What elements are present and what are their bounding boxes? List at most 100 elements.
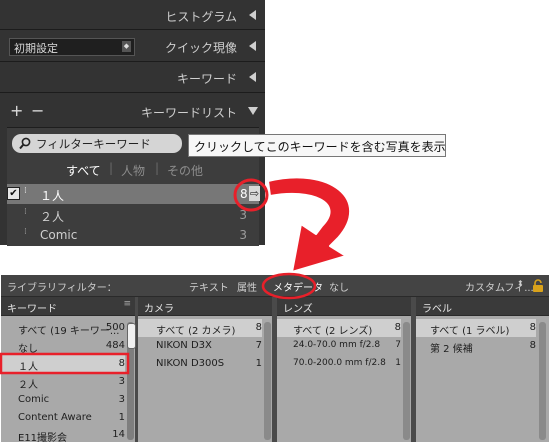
- keyword-row[interactable]: ✔ ⁞ １人 8 ⇨: [7, 184, 260, 204]
- drag-handle-icon: ⁞: [24, 186, 27, 196]
- list-item[interactable]: 24.0-70.0 mm f/2.8 7: [277, 337, 401, 355]
- select-arrow-icon: ⬍: [517, 279, 524, 288]
- scrollbar-thumb[interactable]: [127, 323, 136, 349]
- tab-person[interactable]: 人物: [121, 162, 145, 179]
- item-label: なし: [18, 344, 38, 355]
- item-count: 8: [394, 322, 401, 333]
- keyword-list-section[interactable]: + − キーワードリスト: [0, 96, 265, 126]
- library-filter-label: ライブラリフィルター：: [7, 283, 117, 294]
- lock-icon[interactable]: [532, 279, 544, 293]
- item-label: NIKON D300S: [156, 358, 225, 369]
- scrollbar[interactable]: [539, 322, 546, 440]
- keywording-section[interactable]: キーワード: [0, 62, 265, 93]
- tooltip-text: クリックしてこのキーワードを含む写真を表示: [194, 140, 446, 154]
- item-label: 第 2 候補: [430, 344, 473, 355]
- keyword-row[interactable]: ⁞ ２人 3: [7, 205, 259, 225]
- tab-other[interactable]: その他: [167, 162, 203, 179]
- keyword-filter-input[interactable]: フィルターキーワード: [12, 134, 182, 153]
- tab-none[interactable]: なし: [329, 279, 349, 294]
- list-item[interactable]: 第 2 候補 8: [416, 337, 536, 355]
- item-count: 1: [255, 358, 262, 369]
- collapse-arrow-icon[interactable]: [249, 72, 256, 82]
- item-count: 8: [255, 322, 262, 333]
- keyword-label: １人: [40, 189, 65, 203]
- item-count: 500: [105, 322, 125, 333]
- filter-placeholder: フィルターキーワード: [36, 137, 151, 151]
- item-count: 7: [255, 340, 262, 351]
- item-label: Comic: [18, 394, 50, 405]
- item-count: 3: [118, 394, 125, 405]
- item-count: 7: [395, 340, 401, 350]
- list-item[interactable]: Content Aware 1: [1, 409, 125, 427]
- list-item[interactable]: NIKON D3X 7: [138, 337, 262, 355]
- list-item[interactable]: なし 484: [1, 337, 125, 355]
- preset-value: 初期設定: [14, 42, 58, 55]
- drag-handle-icon: ⁞: [24, 227, 27, 237]
- list-item[interactable]: Comic 3: [1, 391, 125, 409]
- item-label: すべて (2 カメラ): [156, 326, 236, 337]
- histogram-label: ヒストグラム: [165, 10, 237, 24]
- list-item-selected[interactable]: すべて (2 カメラ) 8: [138, 319, 262, 337]
- item-label: NIKON D3X: [156, 340, 212, 351]
- preset-dropdown[interactable]: 初期設定 ◆: [9, 38, 135, 56]
- column-header-camera[interactable]: カメラ: [138, 297, 272, 316]
- item-label: ２人: [18, 380, 38, 391]
- keyword-label: ２人: [40, 210, 65, 224]
- tab-metadata[interactable]: メタデータ: [273, 279, 323, 294]
- add-keyword-button[interactable]: +: [10, 101, 23, 120]
- keyword-list-label: キーワードリスト: [140, 106, 237, 120]
- tab-divider: |: [109, 161, 114, 175]
- list-item[interactable]: すべて (19 キーワー... 500: [1, 319, 125, 337]
- column-title: ラベル: [422, 304, 452, 315]
- item-count: 8: [529, 340, 536, 351]
- list-item[interactable]: ２人 3: [1, 373, 125, 391]
- column-title: キーワード: [7, 304, 57, 315]
- item-label: すべて (2 レンズ): [293, 326, 373, 337]
- scrollbar[interactable]: [403, 322, 410, 440]
- remove-keyword-button[interactable]: −: [31, 101, 44, 120]
- list-item[interactable]: 70.0-200.0 mm f/2.8 1: [277, 355, 401, 373]
- checkbox-checked-icon[interactable]: ✔: [7, 187, 20, 200]
- item-count: 14: [112, 429, 125, 440]
- tab-all[interactable]: すべて: [66, 162, 101, 179]
- keyword-count: 3: [239, 208, 247, 222]
- list-item[interactable]: E11撮影会 14: [1, 426, 125, 444]
- tab-attribute[interactable]: 属性: [237, 279, 257, 294]
- list-item[interactable]: NIKON D300S 1: [138, 355, 262, 373]
- keyword-row[interactable]: ⁞ Comic 3: [7, 225, 259, 245]
- keyword-count: 8: [240, 187, 248, 201]
- quick-develop-label: クイック現像: [164, 41, 237, 55]
- column-header-lens[interactable]: レンズ: [277, 297, 411, 316]
- item-count: 1: [395, 358, 401, 368]
- list-item-selected[interactable]: すべて (2 レンズ) 8: [277, 319, 401, 337]
- keyword-label: Comic: [40, 228, 78, 242]
- curved-arrow-icon: [267, 176, 352, 273]
- drag-handle-icon: ⁞: [24, 207, 27, 217]
- item-count: 3: [118, 376, 125, 387]
- histogram-section[interactable]: ヒストグラム: [0, 0, 265, 30]
- keyword-count: 3: [239, 228, 247, 242]
- list-item-selected[interactable]: １人 8: [1, 355, 125, 373]
- list-item-selected[interactable]: すべて (1 ラベル) 8: [416, 319, 536, 337]
- scrollbar[interactable]: [264, 322, 271, 440]
- filter-arrow-icon[interactable]: ⇨: [249, 186, 260, 201]
- tab-text[interactable]: テキスト: [189, 279, 229, 294]
- column-header-label[interactable]: ラベル: [416, 297, 549, 316]
- expand-arrow-icon[interactable]: [248, 107, 258, 115]
- collapse-arrow-icon[interactable]: [249, 41, 256, 51]
- item-label: E11撮影会: [18, 433, 68, 444]
- collapse-arrow-icon[interactable]: [249, 10, 256, 20]
- item-label: １人: [18, 362, 38, 373]
- tooltip: クリックしてこのキーワードを含む写真を表示: [188, 134, 446, 157]
- item-label: すべて (19 キーワー...: [18, 326, 120, 337]
- dropdown-arrow-icon: ◆: [122, 41, 131, 52]
- item-label: 70.0-200.0 mm f/2.8: [293, 358, 386, 368]
- item-count: 8: [529, 322, 536, 333]
- menu-icon[interactable]: ≡: [123, 299, 131, 309]
- column-header-keyword[interactable]: キーワード ≡: [1, 297, 135, 316]
- item-count: 8: [118, 358, 125, 369]
- search-icon: [19, 137, 31, 150]
- item-count: 484: [105, 340, 125, 351]
- column-title: カメラ: [144, 304, 174, 315]
- item-count: 1: [118, 412, 125, 423]
